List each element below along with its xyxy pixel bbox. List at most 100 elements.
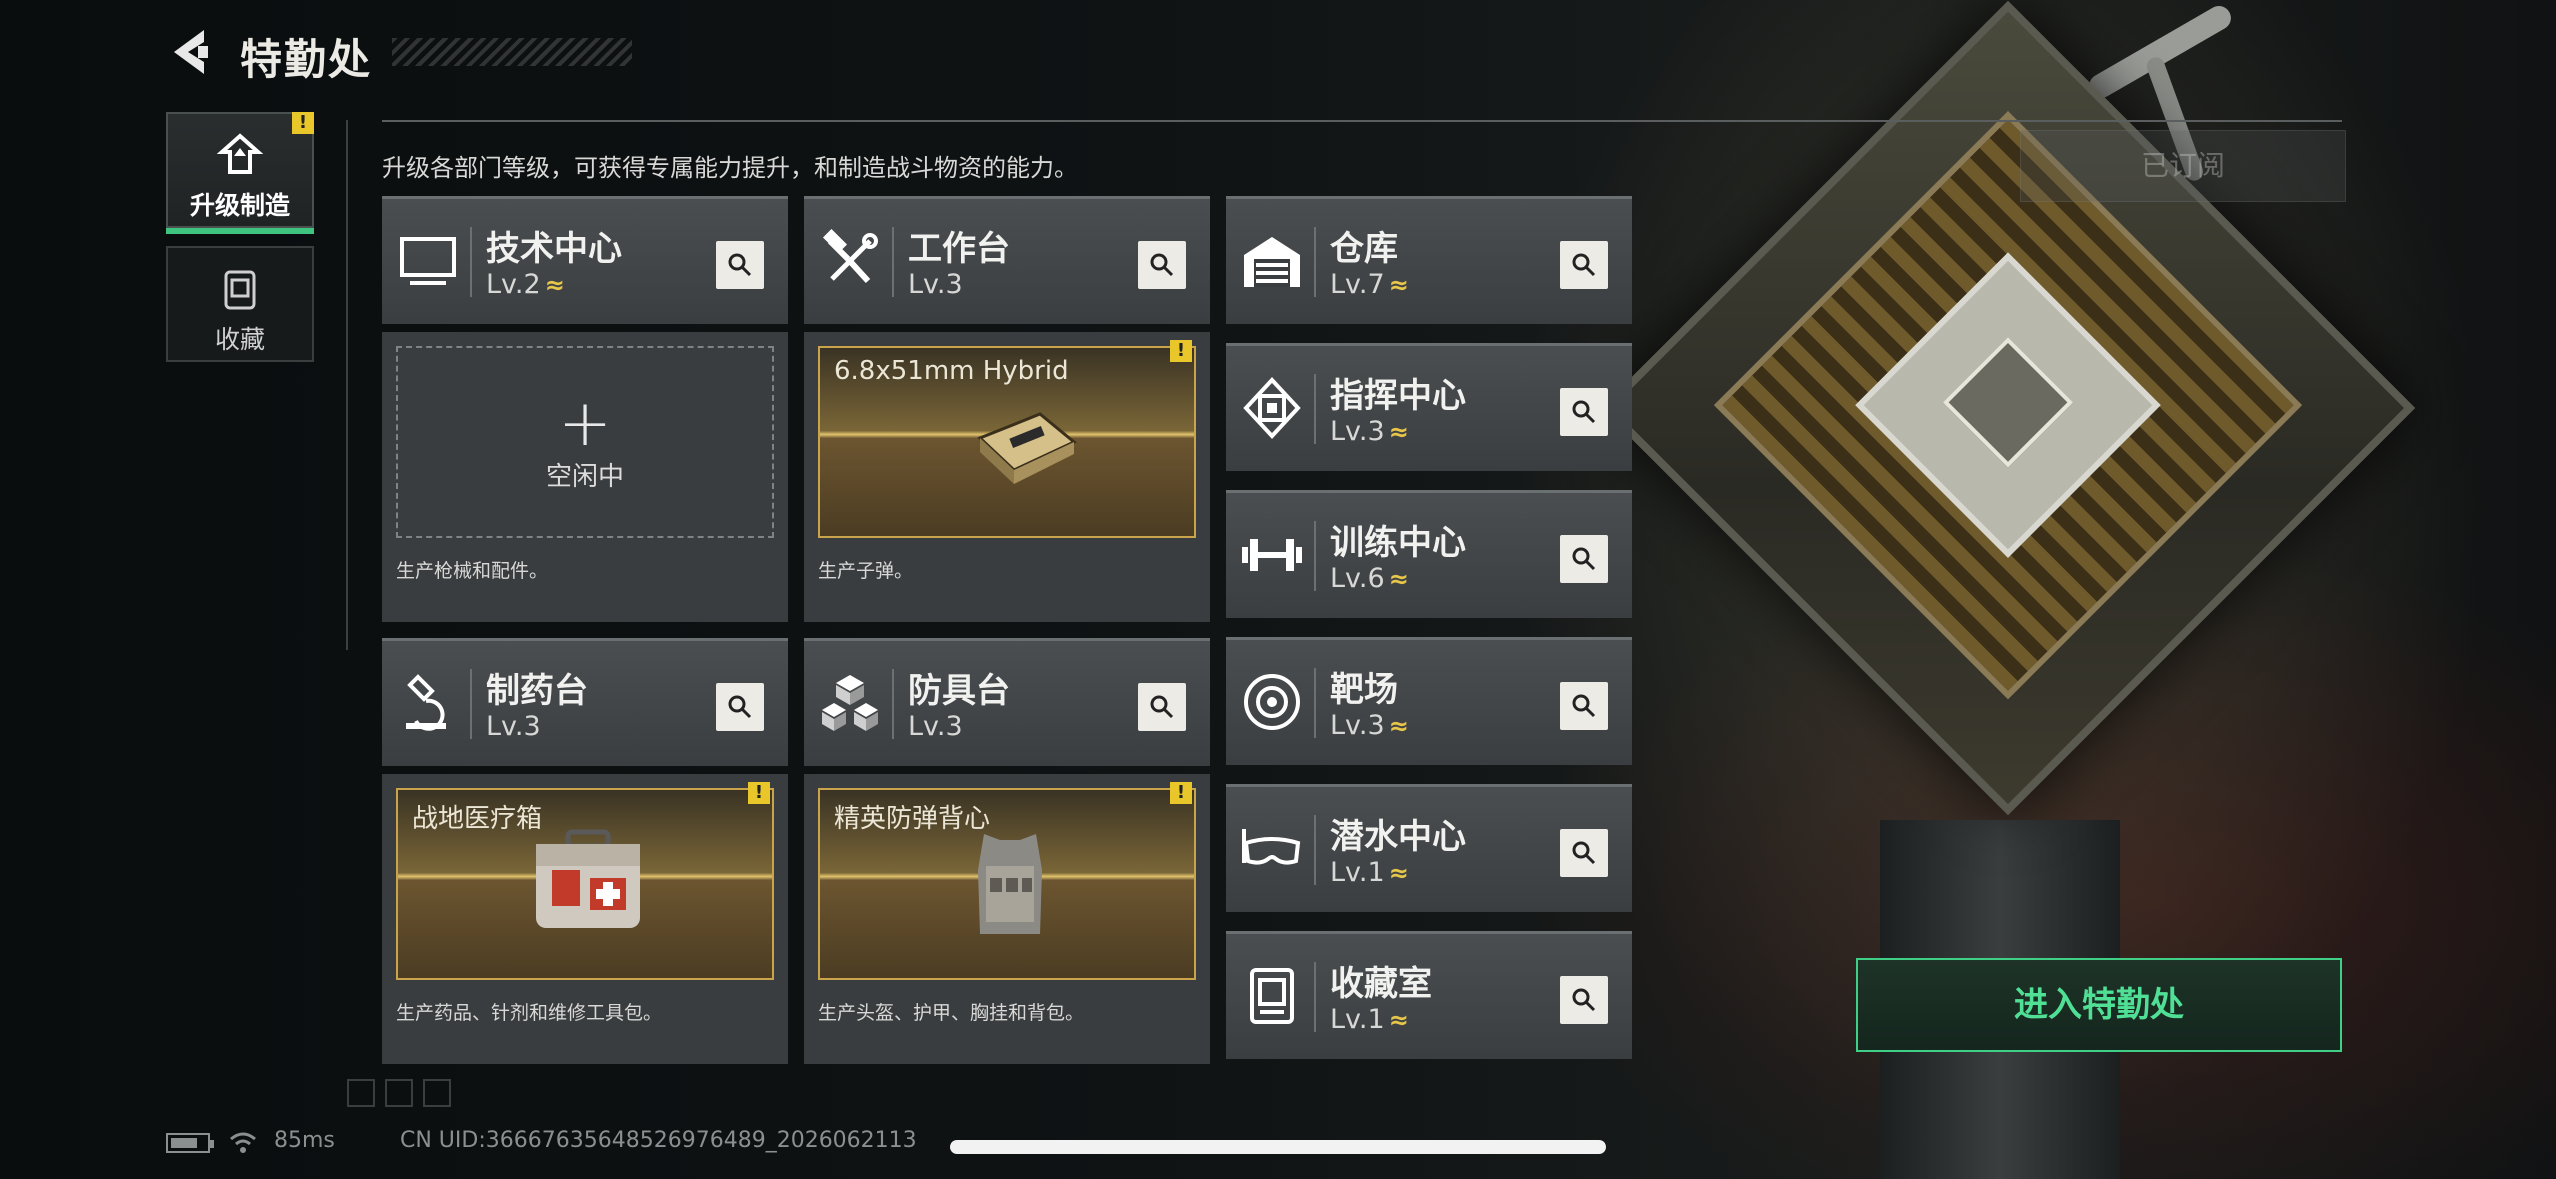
search-icon [1572, 988, 1596, 1012]
tab-collection[interactable]: 收藏 [166, 246, 314, 362]
dept-card-bench[interactable]: 工作台 Lv.3 [804, 196, 1210, 324]
search-button[interactable] [1560, 976, 1608, 1024]
dept-description: 生产枪械和配件。 [396, 560, 549, 582]
dept-card-command[interactable]: 指挥中心 Lv.3 ≈ [1226, 343, 1632, 471]
ammo-box-icon [977, 412, 1077, 484]
producing-item[interactable]: 6.8x51mm Hybrid [818, 346, 1196, 538]
dept-level: Lv.3 [908, 269, 963, 300]
hammer-wrench-icon [822, 229, 878, 284]
monitor-icon [400, 237, 456, 285]
collection-icon [1250, 968, 1294, 1024]
dept-level: Lv.3 ≈ [1330, 416, 1409, 447]
production-slot-tech[interactable]: + 空闲中 生产枪械和配件。 [382, 332, 788, 622]
search-icon [1572, 694, 1596, 718]
medkit-icon [536, 829, 640, 928]
upgrade-available-icon: ≈ [544, 271, 565, 299]
dept-level: Lv.2 ≈ [486, 269, 565, 300]
collection-icon [224, 270, 256, 310]
tab-upgrade-craft[interactable]: 升级制造 ! [166, 112, 314, 234]
dept-card-diving[interactable]: 潜水中心 Lv.1 ≈ [1226, 784, 1632, 912]
upgrade-icon [216, 133, 264, 174]
battery-icon [166, 1133, 214, 1153]
dept-card-training[interactable]: 训练中心 Lv.6 ≈ [1226, 490, 1632, 618]
tab-label: 收藏 [214, 325, 265, 354]
dept-level: Lv.3 [908, 711, 963, 742]
subscribed-button[interactable]: 已订阅 [2020, 130, 2346, 202]
search-icon [728, 695, 752, 719]
search-icon [1150, 253, 1174, 277]
search-button[interactable] [1560, 682, 1608, 730]
search-button[interactable] [1560, 388, 1608, 436]
dept-name: 工作台 [908, 229, 1010, 269]
dept-level: Lv.7 ≈ [1330, 269, 1409, 300]
search-icon [1572, 253, 1596, 277]
alert-badge: ! [1170, 340, 1192, 362]
dept-card-collection-room[interactable]: 收藏室 Lv.1 ≈ [1226, 931, 1632, 1059]
title-decoration [392, 38, 632, 66]
page-title: 特勤处 [240, 35, 373, 84]
search-button[interactable] [1560, 535, 1608, 583]
dumbbell-icon [1242, 539, 1302, 571]
dept-level: Lv.3 ≈ [1330, 710, 1409, 741]
search-button[interactable] [716, 683, 764, 731]
upgrade-available-icon: ≈ [1388, 418, 1409, 446]
item-name: 6.8x51mm Hybrid [834, 356, 1069, 386]
search-button[interactable] [1560, 829, 1608, 877]
target-icon [1244, 674, 1300, 730]
production-slot-armor[interactable]: 精英防弹背心 ! 生产头盔、护甲、胸挂和背包。 [804, 774, 1210, 1064]
search-button[interactable] [1138, 241, 1186, 289]
dept-name: 仓库 [1330, 229, 1398, 269]
ping-value: 85ms [274, 1128, 335, 1153]
search-icon [1572, 841, 1596, 865]
item-name: 战地医疗箱 [412, 804, 543, 834]
dept-card-warehouse[interactable]: 仓库 Lv.7 ≈ [1226, 196, 1632, 324]
back-arrow-icon[interactable] [168, 26, 212, 78]
dept-name: 防具台 [908, 671, 1010, 711]
upgrade-available-icon: ≈ [1388, 565, 1409, 593]
plus-icon: + [558, 387, 612, 461]
alert-badge: ! [748, 782, 770, 804]
dept-description: 生产头盔、护甲、胸挂和背包。 [818, 1002, 1085, 1024]
dept-card-armor[interactable]: 防具台 Lv.3 [804, 638, 1210, 766]
dept-card-tech[interactable]: 技术中心 Lv.2 ≈ [382, 196, 788, 324]
empty-slot[interactable]: + 空闲中 [396, 346, 774, 538]
search-button[interactable] [1138, 683, 1186, 731]
upgrade-available-icon: ≈ [1388, 859, 1409, 887]
microscope-icon [406, 674, 446, 731]
dept-level: Lv.1 ≈ [1330, 1004, 1409, 1035]
enter-special-ops-button[interactable]: 进入特勤处 [1856, 958, 2342, 1052]
slot-status: 空闲中 [545, 462, 624, 492]
dept-name: 训练中心 [1330, 523, 1466, 563]
producing-item[interactable]: 精英防弹背心 [818, 788, 1196, 980]
dept-description: 生产子弹。 [818, 560, 914, 582]
search-icon [1572, 400, 1596, 424]
wifi-icon [230, 1132, 256, 1153]
intro-text: 升级各部门等级，可获得专属能力提升，和制造战斗物资的能力。 [382, 154, 1078, 182]
production-slot-bench[interactable]: 6.8x51mm Hybrid ! 生产子弹。 [804, 332, 1210, 622]
dept-name: 制药台 [486, 671, 588, 711]
dept-card-range[interactable]: 靶场 Lv.3 ≈ [1226, 637, 1632, 765]
home-indicator[interactable] [950, 1140, 1606, 1154]
dept-name: 潜水中心 [1330, 817, 1466, 857]
dept-level: Lv.1 ≈ [1330, 857, 1409, 888]
alert-badge: ! [292, 112, 314, 134]
search-button[interactable] [1560, 241, 1608, 289]
dept-level: Lv.6 ≈ [1330, 563, 1409, 594]
producing-item[interactable]: 战地医疗箱 [396, 788, 774, 980]
search-button[interactable] [716, 241, 764, 289]
frame-line [346, 120, 348, 650]
frame-decoration [347, 1079, 451, 1107]
search-icon [728, 253, 752, 277]
upgrade-available-icon: ≈ [1388, 1006, 1409, 1034]
dept-level: Lv.3 [486, 711, 541, 742]
user-uid: CN UID:3666763564852697648​9_2026062113 [400, 1128, 917, 1153]
dept-name: 技术中心 [486, 229, 622, 269]
upgrade-available-icon: ≈ [1388, 712, 1409, 740]
dept-description: 生产药品、针剂和维修工具包。 [396, 1002, 663, 1024]
armor-vest-icon [978, 834, 1042, 934]
search-icon [1150, 695, 1174, 719]
search-icon [1572, 547, 1596, 571]
dept-card-pharma[interactable]: 制药台 Lv.3 [382, 638, 788, 766]
production-slot-pharma[interactable]: 战地医疗箱 ! 生产药品、针剂和维修工具包。 [382, 774, 788, 1064]
frame-line [382, 120, 2342, 122]
